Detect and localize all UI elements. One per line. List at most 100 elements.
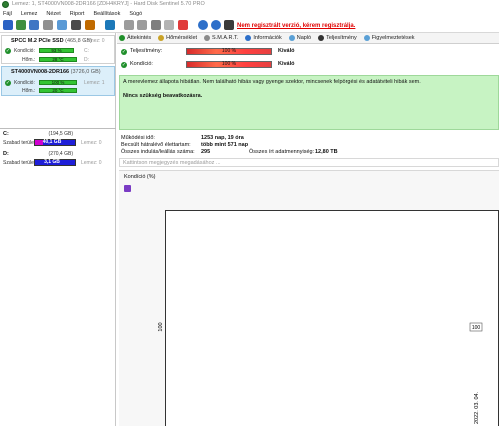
copy-icon[interactable]: [151, 20, 161, 30]
status-summary-box: A merevlemez állapota hibátlan. Nem talá…: [119, 75, 499, 130]
start-stop-value: 295: [201, 149, 211, 155]
save-icon[interactable]: [124, 185, 131, 192]
drive-letters-2: D:: [84, 57, 89, 63]
tab-log[interactable]: Napló: [288, 35, 311, 41]
menu-report[interactable]: Riport: [70, 11, 85, 17]
disk-item-0[interactable]: SPCC M.2 PCIe SSD (465,8 GB) Lemez: 0 ✓ …: [1, 35, 115, 64]
disk-number: Lemez: 1: [84, 80, 105, 86]
health-label: Kondíció:: [130, 61, 153, 67]
report-icon[interactable]: [124, 20, 134, 30]
start-stop-label: Összes indulás/leállás száma:: [121, 149, 195, 155]
disk-number: Lemez: 0: [84, 38, 105, 44]
volume-item-c[interactable]: C: (194,5 GB) Szabad terület 40,1 GB Lem…: [1, 131, 115, 149]
recommendation-text: Nincs szükség beavatkozásra.: [123, 93, 203, 99]
refresh-icon[interactable]: [3, 20, 13, 30]
menu-disk[interactable]: Lemez: [21, 11, 38, 17]
disk-icon[interactable]: [16, 20, 26, 30]
registration-warning-link[interactable]: Nem regisztrált verzió, kérem regisztrál…: [237, 23, 355, 29]
disk-item-1[interactable]: ST4000VN008-2DR166 (3726,0 GB) ✓ Kondíci…: [1, 66, 115, 96]
free-space-label: Szabad terület: [3, 140, 36, 146]
remaining-life-value: több mint 571 nap: [201, 142, 249, 148]
app-icon: [2, 1, 9, 8]
alerts-icon: [363, 35, 370, 41]
tab-overview[interactable]: Áttekintés: [119, 35, 151, 41]
window-title-bar: Lemez: 1, ST4000VN008-2DR166 [ZDH4KRYJ] …: [0, 0, 499, 9]
performance-label: Teljesítmény:: [130, 48, 163, 54]
status-section: ✓ Teljesítmény: 100 % Kiváló ✓ Kondíció:…: [117, 44, 499, 72]
exit-icon[interactable]: [224, 20, 234, 30]
volume-size: (194,5 GB): [48, 131, 73, 137]
health-bar: 100 %: [186, 61, 272, 68]
performance-bar: 100 %: [186, 48, 272, 55]
health-history-chart-panel: Kondíció (%) 100 100 2022. 03. 04.: [119, 170, 499, 426]
info-icon[interactable]: [211, 20, 221, 30]
disk-info-section: Működési idő: 1253 nap, 19 óra Becsült h…: [119, 133, 499, 157]
log-icon: [288, 35, 295, 41]
menu-help[interactable]: Súgó: [129, 11, 142, 17]
tab-information[interactable]: Információk: [245, 35, 282, 41]
help-icon[interactable]: [198, 20, 208, 30]
test-icon[interactable]: [29, 20, 39, 30]
health-chart-svg: 100 100 2022. 03. 04.: [158, 322, 483, 424]
health-label: Kondíció:: [14, 80, 35, 86]
tab-alerts[interactable]: Figyelmeztetések: [363, 35, 415, 41]
disk-list-panel: SPCC M.2 PCIe SSD (465,8 GB) Lemez: 0 ✓ …: [0, 33, 116, 426]
health-row: ✓ Kondíció: 100 % Kiváló: [121, 60, 321, 69]
volume-name: C:: [3, 131, 9, 137]
info-icon: [245, 35, 252, 41]
free-space-bar: 40,1 GB: [34, 139, 76, 146]
panel-divider: [0, 128, 116, 129]
summary-text: A merevlemez állapota hibátlan. Nem talá…: [123, 79, 421, 85]
disk-name: SPCC M.2 PCIe SSD (465,8 GB): [11, 38, 93, 44]
network-icon[interactable]: [71, 20, 81, 30]
comment-field[interactable]: Kattintson megjegyzés megadásához ...: [119, 158, 499, 167]
preferences-icon[interactable]: [164, 20, 174, 30]
tab-temperature[interactable]: Hőmérséklet: [158, 35, 197, 41]
written-data-value: 12,80 TB: [315, 149, 338, 155]
remaining-life-label: Becsült hátralévő élettartam:: [121, 142, 191, 148]
ok-check-icon: ✓: [5, 80, 11, 86]
data-label: 100: [469, 322, 483, 332]
window-title: Lemez: 1, ST4000VN008-2DR166 [ZDH4KRYJ] …: [12, 1, 205, 7]
uptime-label: Működési idő:: [121, 135, 155, 141]
temperature-bar: 28 °C: [39, 57, 77, 62]
health-bar: 93 %: [39, 48, 74, 53]
comment-placeholder: Kattintson megjegyzés megadásához ...: [123, 160, 221, 166]
x-tick-label: 2022. 03. 04.: [474, 391, 480, 424]
overview-icon: [119, 35, 125, 41]
chart-header: Kondíció (%): [124, 174, 156, 180]
monitor-icon[interactable]: [57, 20, 67, 30]
temperature-label: Hőm.:: [22, 57, 36, 63]
volume-icon[interactable]: [43, 20, 53, 30]
health-label: Kondíció:: [14, 48, 35, 54]
y-tick-label: 100: [158, 322, 164, 331]
volume-size: (270,4 GB): [48, 151, 73, 157]
health-bar: 100 %: [39, 80, 77, 85]
globe-icon[interactable]: [105, 20, 115, 30]
temperature-label: Hőm.:: [22, 88, 36, 94]
backup-icon[interactable]: [85, 20, 95, 30]
chart-plot-area: 100 100 2022. 03. 04.: [158, 210, 499, 426]
tab-bar: Áttekintés Hőmérséklet S.M.A.R.T. Inform…: [117, 33, 499, 44]
print-icon[interactable]: [137, 20, 147, 30]
menu-view[interactable]: Nézet: [46, 11, 60, 17]
volume-disk: Lemez: 0: [81, 140, 102, 146]
menu-file[interactable]: Fájl: [3, 11, 12, 17]
ok-check-icon: ✓: [5, 48, 11, 54]
menu-bar: Fájl Lemez Nézet Riport Beállítások Súgó: [0, 9, 499, 18]
health-rating: Kiváló: [278, 61, 295, 67]
volume-item-d[interactable]: D: (270,4 GB) Szabad terület 3,1 GB Leme…: [1, 151, 115, 169]
ok-check-icon: ✓: [121, 49, 127, 55]
free-space-label: Szabad terület: [3, 160, 36, 166]
free-space-bar: 3,1 GB: [34, 159, 76, 166]
volume-disk: Lemez: 0: [81, 160, 102, 166]
menu-settings[interactable]: Beállítások: [93, 11, 120, 17]
performance-icon: [318, 35, 325, 41]
alert-icon[interactable]: [178, 20, 188, 30]
temperature-bar: 20 °C: [39, 88, 77, 93]
disk-name: ST4000VN008-2DR166 (3726,0 GB): [11, 69, 101, 75]
tab-performance[interactable]: Teljesítmény: [318, 35, 357, 41]
drive-letters: C:: [84, 48, 89, 54]
svg-text:100: 100: [472, 325, 481, 331]
tab-smart[interactable]: S.M.A.R.T.: [204, 35, 238, 41]
